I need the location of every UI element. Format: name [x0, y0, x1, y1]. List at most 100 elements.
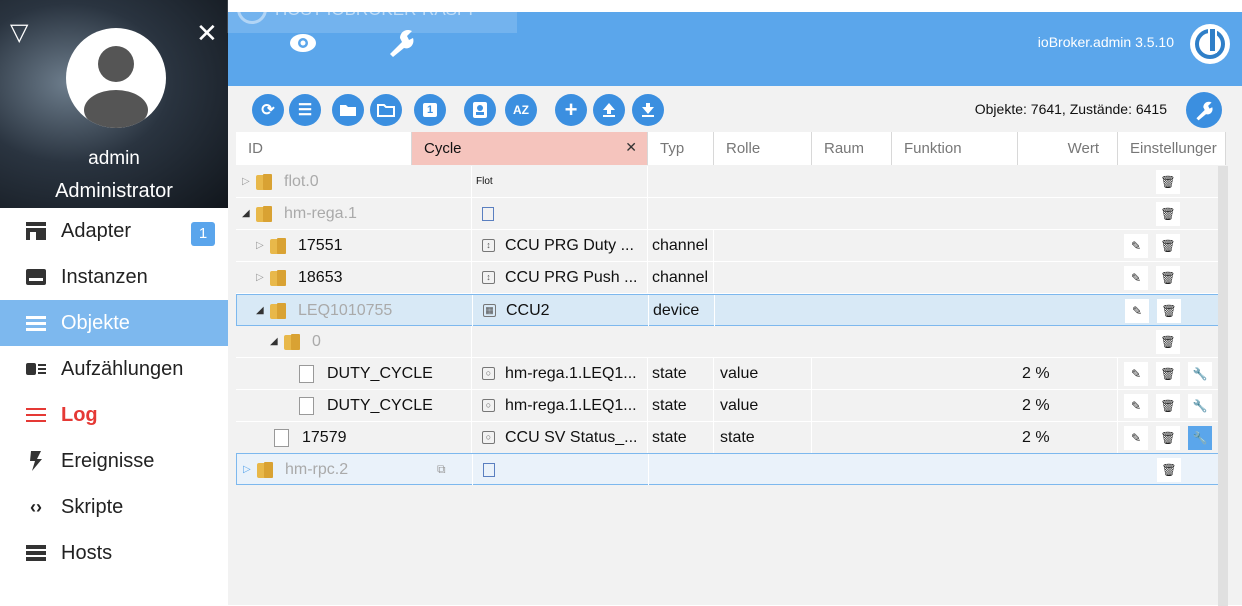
adapter-logo-icon [483, 462, 495, 477]
server-icon [24, 542, 48, 564]
contact-button[interactable] [464, 94, 496, 126]
sidebar-item-label: Hosts [61, 541, 113, 564]
delete-button[interactable]: 🗑 [1156, 234, 1180, 258]
collapse-folders-button[interactable] [332, 94, 364, 126]
sidebar-item-label: Objekte [61, 311, 130, 334]
folder-icon [257, 461, 273, 478]
close-icon[interactable]: ✕ [196, 20, 218, 46]
folder-icon [256, 205, 272, 222]
eye-icon[interactable] [288, 30, 318, 56]
copy-icon[interactable]: ⧉ [437, 462, 446, 477]
sidebar-item-adapter[interactable]: Adapter 1 [0, 208, 228, 254]
code-icon: ‹› [30, 496, 42, 517]
wrench-icon[interactable]: 🔧 [1188, 394, 1212, 418]
list-view-button[interactable]: ☰ [289, 94, 321, 126]
edit-button[interactable]: ✎ [1124, 234, 1148, 258]
object-type: channel [648, 230, 714, 261]
state-icon: ○ [482, 431, 495, 444]
table-row-selected[interactable]: ◢ LEQ1010755 ▦ CCU2 device ✎ 🗑 [236, 294, 1220, 326]
delete-button[interactable]: 🗑 [1157, 299, 1181, 323]
expand-level-button[interactable]: 1 [414, 94, 446, 126]
sidebar-item-log[interactable]: Log [0, 392, 228, 438]
object-id: DUTY_CYCLE [327, 396, 433, 414]
clear-filter-icon[interactable]: ✕ [625, 139, 637, 156]
delete-button[interactable]: 🗑 [1157, 458, 1181, 482]
state-icon: ○ [482, 399, 495, 412]
channel-icon: ↕ [482, 239, 495, 252]
objects-toolbar: ⟳ ☰ 1 AZ + Objekte: 7641, Zustände: 6415 [228, 86, 1242, 132]
refresh-button[interactable]: ⟳ [252, 94, 284, 126]
table-row[interactable]: DUTY_CYCLE ○ hm-rega.1.LEQ1... state valu… [236, 390, 1220, 422]
download-button[interactable] [632, 94, 664, 126]
keyboard-icon [24, 266, 48, 288]
table-row[interactable]: 17579 ○ CCU SV Status_... state state 2 %… [236, 422, 1220, 454]
object-name: CCU PRG Push ... [505, 268, 638, 286]
table-scrollbar[interactable] [1218, 166, 1228, 606]
delete-button[interactable]: 🗑 [1156, 426, 1180, 450]
column-header-role[interactable]: Rolle [714, 132, 812, 165]
delete-button[interactable]: 🗑 [1156, 330, 1180, 354]
menu-toggle-icon[interactable]: ▽ [10, 21, 32, 45]
expand-arrow-icon[interactable]: ▷ [242, 176, 256, 187]
expand-folders-button[interactable] [370, 94, 402, 126]
edit-button[interactable]: ✎ [1124, 394, 1148, 418]
collapse-arrow-icon[interactable]: ◢ [256, 305, 270, 316]
sort-az-button[interactable]: AZ [505, 94, 537, 126]
delete-button[interactable]: 🗑 [1156, 394, 1180, 418]
add-object-button[interactable]: + [555, 94, 587, 126]
edit-button[interactable]: ✎ [1125, 299, 1149, 323]
name-filter-value: Cycle [424, 140, 462, 157]
table-row-hovered[interactable]: ▷ hm-rpc.2 ⧉ 🗑 [236, 453, 1220, 485]
user-silhouette-icon [84, 46, 148, 128]
edit-button[interactable]: ✎ [1124, 266, 1148, 290]
sidebar-item-hosts[interactable]: Hosts [0, 530, 228, 576]
table-row[interactable]: ▷ 17551 ↕ CCU PRG Duty ... channel ✎ 🗑 [236, 230, 1220, 262]
object-id: 17551 [298, 236, 343, 254]
object-value[interactable]: 2 % [1018, 358, 1118, 389]
log-lines-icon [24, 404, 48, 426]
table-row[interactable]: ▷ 18653 ↕ CCU PRG Push ... channel ✎ 🗑 [236, 262, 1220, 294]
settings-wrench-button[interactable] [1186, 92, 1222, 128]
file-icon [274, 428, 289, 447]
expand-arrow-icon[interactable]: ▷ [243, 464, 257, 475]
delete-button[interactable]: 🗑 [1156, 170, 1180, 194]
column-header-room[interactable]: Raum [812, 132, 892, 165]
state-icon: ○ [482, 367, 495, 380]
expand-arrow-icon[interactable]: ▷ [256, 272, 270, 283]
table-row[interactable]: DUTY_CYCLE ○ hm-rega.1.LEQ1... state valu… [236, 358, 1220, 390]
sidebar-item-skripte[interactable]: ‹› Skripte [0, 484, 228, 530]
object-type: state [648, 422, 714, 453]
host-banner: HOST IOBROKER-RASPI [227, 0, 517, 33]
sidebar: ▽ ✕ admin Administrator Adapter 1 Instan… [0, 0, 228, 605]
edit-button[interactable]: ✎ [1124, 426, 1148, 450]
table-row[interactable]: ▷ flot.0 Flot 🗑 [236, 166, 1220, 198]
folder-icon [340, 105, 356, 116]
table-row[interactable]: ◢ 0 🗑 [236, 326, 1220, 358]
table-row[interactable]: ◢ hm-rega.1 🗑 [236, 198, 1220, 230]
expand-level-badge: 1 [423, 103, 437, 117]
name-filter-input[interactable]: Cycle ✕ [412, 132, 648, 165]
object-id: flot.0 [284, 172, 319, 190]
sidebar-item-objekte[interactable]: Objekte [0, 300, 228, 346]
edit-button[interactable]: ✎ [1124, 362, 1148, 386]
delete-button[interactable]: 🗑 [1156, 266, 1180, 290]
column-header-type[interactable]: Typ [648, 132, 714, 165]
object-value[interactable]: 2 % [1018, 422, 1118, 453]
delete-button[interactable]: 🗑 [1156, 202, 1180, 226]
delete-button[interactable]: 🗑 [1156, 362, 1180, 386]
column-header-value[interactable]: Wert [1018, 132, 1118, 165]
wrench-icon[interactable]: 🔧 [1188, 362, 1212, 386]
channel-icon: ↕ [482, 271, 495, 284]
column-header-function[interactable]: Funktion [892, 132, 1018, 165]
upload-button[interactable] [593, 94, 625, 126]
collapse-arrow-icon[interactable]: ◢ [270, 336, 284, 347]
wrench-icon[interactable]: 🔧 [1188, 426, 1212, 450]
column-header-id[interactable]: ID [236, 132, 412, 165]
collapse-arrow-icon[interactable]: ◢ [242, 208, 256, 219]
object-name: CCU SV Status_... [505, 428, 638, 446]
sidebar-item-aufzaehlungen[interactable]: Aufzählungen [0, 346, 228, 392]
sidebar-item-ereignisse[interactable]: Ereignisse [0, 438, 228, 484]
sidebar-item-instanzen[interactable]: Instanzen [0, 254, 228, 300]
expand-arrow-icon[interactable]: ▷ [256, 240, 270, 251]
object-value[interactable]: 2 % [1018, 390, 1118, 421]
